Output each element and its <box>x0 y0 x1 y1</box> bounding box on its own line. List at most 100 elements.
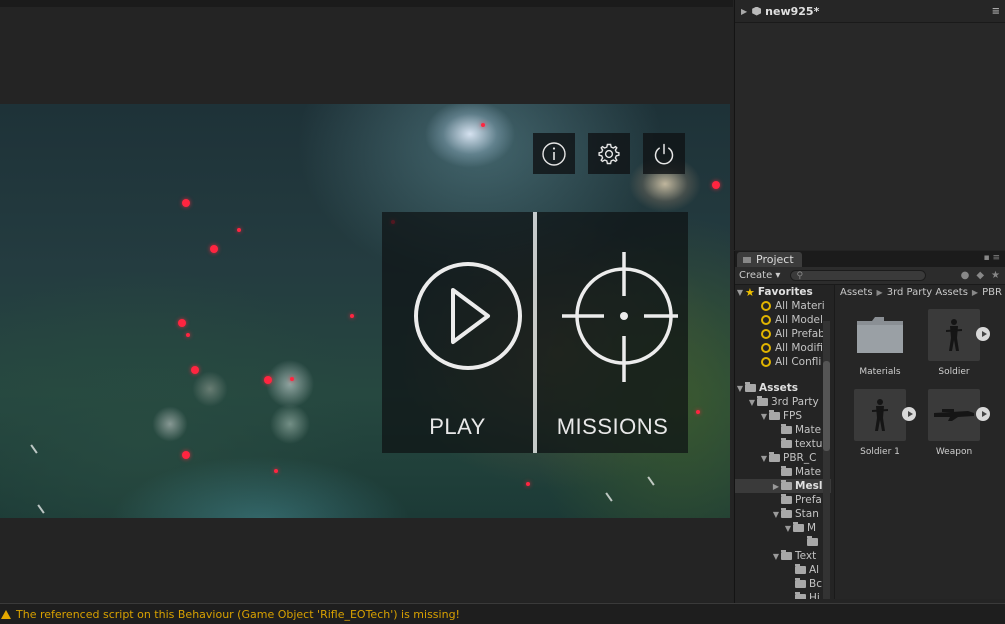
console-message: The referenced script on this Behaviour … <box>16 607 460 621</box>
particle <box>696 410 700 414</box>
particle <box>186 333 190 337</box>
scene-name: new925* <box>765 4 820 18</box>
tree-row[interactable]: All Prefab <box>761 327 825 341</box>
tree-row[interactable]: Mate <box>781 423 821 437</box>
create-button[interactable]: Create ▾ <box>739 270 780 281</box>
search-input[interactable]: ⚲ <box>790 270 927 281</box>
label-filter-icon[interactable]: ◆ <box>976 270 984 281</box>
expand-arrow-icon[interactable]: ▼ <box>735 384 745 393</box>
missions-tile[interactable]: MISSIONS <box>537 212 688 453</box>
folder-icon <box>781 508 792 518</box>
scene-header[interactable]: ▶ new925* ≡ <box>735 0 1005 23</box>
breadcrumb-item[interactable]: PBR <box>982 287 1002 298</box>
particle-streak <box>37 504 45 514</box>
game-view: PLAY MISSIONS <box>0 7 733 602</box>
missions-label: MISSIONS <box>556 414 669 439</box>
play-preview-icon[interactable] <box>976 407 990 421</box>
folder-icon <box>795 578 806 588</box>
asset-item[interactable]: Soldier 1 <box>845 389 916 457</box>
expand-arrow-icon[interactable]: ▼ <box>747 398 757 407</box>
particle <box>191 366 199 374</box>
tree-row[interactable]: ▼ Stan <box>771 507 819 521</box>
tree-row[interactable]: Bc <box>795 577 822 591</box>
tree-row[interactable]: Mate <box>781 465 821 479</box>
expand-arrow-icon[interactable]: ▼ <box>771 552 781 561</box>
breadcrumb-item[interactable]: Assets <box>840 287 873 298</box>
scrollbar-thumb[interactable] <box>823 361 830 451</box>
tab-menu-icon[interactable]: ▪ ≡ <box>983 253 1000 263</box>
expand-arrow-icon[interactable]: ▼ <box>771 510 781 519</box>
info-button[interactable] <box>533 133 575 174</box>
tree-row[interactable]: Prefa <box>781 493 822 507</box>
game-canvas[interactable]: PLAY MISSIONS <box>0 104 730 518</box>
tree-row[interactable]: ▼ PBR_C <box>759 451 816 465</box>
folder-icon <box>793 522 804 532</box>
asset-item[interactable]: Materials <box>845 309 915 377</box>
model-thumbnail <box>854 389 916 441</box>
model-thumbnail <box>928 389 990 441</box>
play-preview-icon[interactable] <box>976 327 990 341</box>
folder-icon <box>807 536 818 546</box>
filter-type-icon[interactable]: ● <box>961 270 970 281</box>
folder-icon <box>745 382 756 392</box>
tree-row[interactable]: ▼ 3rd Party <box>747 395 819 409</box>
expand-arrow-icon[interactable]: ▼ <box>759 454 769 463</box>
folder-icon <box>854 309 906 361</box>
tree-row-favorites[interactable]: ▼ ★ Favorites <box>735 285 813 299</box>
tree-row-assets[interactable]: ▼ Assets <box>735 381 798 395</box>
favorite-star-icon[interactable]: ★ <box>991 270 1000 281</box>
expand-arrow-icon[interactable]: ▼ <box>783 524 793 533</box>
folder-icon <box>769 410 780 420</box>
tree-row[interactable]: ▼ FPS <box>759 409 802 423</box>
project-tree: ▼ ★ Favorites All Materi All Model All Pre… <box>735 285 831 599</box>
folder-icon <box>769 452 780 462</box>
info-icon <box>542 141 566 166</box>
particle-streak <box>30 444 38 454</box>
quit-button[interactable] <box>643 133 685 174</box>
unity-scene-icon <box>752 6 762 16</box>
folder-icon <box>795 564 806 574</box>
tab-project[interactable]: Project <box>737 252 802 267</box>
folder-icon <box>781 494 792 504</box>
asset-item[interactable]: Soldier <box>919 309 990 377</box>
gear-icon <box>598 143 620 164</box>
crosshair-icon <box>561 252 678 382</box>
settings-button[interactable] <box>588 133 630 174</box>
folder-icon <box>795 592 806 599</box>
expand-arrow-icon[interactable]: ▼ <box>735 288 745 297</box>
breadcrumb-separator-icon: ▶ <box>971 287 979 297</box>
play-tile[interactable]: PLAY <box>382 212 533 453</box>
search-icon <box>761 357 771 367</box>
tree-scrollbar[interactable] <box>823 321 830 599</box>
tree-row[interactable]: textu <box>781 437 822 451</box>
folder-icon <box>743 256 751 263</box>
folder-icon <box>757 396 768 406</box>
particle <box>290 377 294 381</box>
expand-arrow-icon[interactable]: ▼ <box>759 412 769 421</box>
tree-row[interactable]: Al <box>795 563 819 577</box>
tree-row[interactable]: All Modifi <box>761 341 823 355</box>
asset-browser: Assets ▶ 3rd Party Assets ▶ PBR Material… <box>834 285 1005 599</box>
search-icon <box>761 301 771 311</box>
search-icon <box>761 315 771 325</box>
particle <box>481 123 485 127</box>
breadcrumb-item[interactable]: 3rd Party Assets <box>887 287 968 298</box>
play-label: PLAY <box>429 414 486 439</box>
tree-row[interactable]: All Confli <box>761 355 821 369</box>
tree-row[interactable] <box>807 535 821 549</box>
tree-row[interactable]: Hi <box>795 591 820 599</box>
tree-row[interactable]: All Materi <box>761 299 825 313</box>
search-icon <box>761 343 771 353</box>
power-icon <box>654 143 674 164</box>
asset-item[interactable]: Weapon <box>919 389 990 457</box>
tree-row[interactable]: ▼ M <box>783 521 816 535</box>
console-status-bar[interactable]: The referenced script on this Behaviour … <box>0 603 1005 624</box>
tree-row[interactable]: ▼ Text <box>771 549 816 563</box>
expand-arrow-icon[interactable]: ▶ <box>741 7 747 16</box>
context-menu-icon[interactable]: ≡ <box>992 6 1000 17</box>
star-icon: ★ <box>745 285 755 299</box>
play-preview-icon[interactable] <box>902 407 916 421</box>
tree-row-selected[interactable]: ▶ Mesl <box>735 479 831 493</box>
expand-arrow-icon[interactable]: ▶ <box>771 482 781 491</box>
tree-row[interactable]: All Model <box>761 313 823 327</box>
